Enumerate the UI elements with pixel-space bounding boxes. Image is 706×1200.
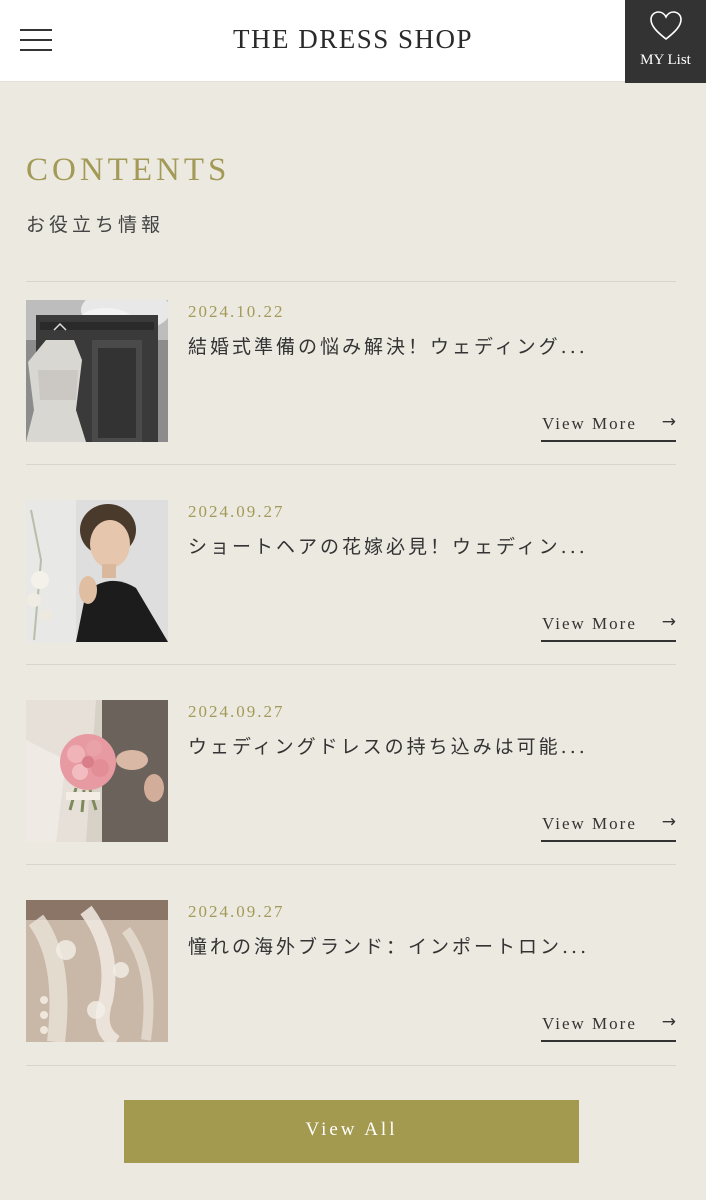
divider xyxy=(26,864,676,865)
view-more-link[interactable]: View More → xyxy=(541,812,676,842)
my-list-button[interactable]: MY List xyxy=(625,0,706,83)
divider xyxy=(26,1065,676,1066)
view-more-link[interactable]: View More → xyxy=(541,412,676,442)
article-title[interactable]: 結婚式準備の悩み解決！ウェディング... xyxy=(188,332,588,359)
article-thumbnail[interactable] xyxy=(26,300,168,442)
site-logo[interactable]: THE DRESS SHOP xyxy=(0,24,706,55)
article-item[interactable]: 2024.09.27 ウェディングドレスの持ち込みは可能... View Mor… xyxy=(26,700,676,842)
view-more-label: View More xyxy=(542,814,637,833)
article-item[interactable]: 2024.09.27 ショートヘアの花嫁必見！ウェディン... View Mor… xyxy=(26,500,676,642)
arrow-right-icon: → xyxy=(661,612,676,632)
article-date: 2024.09.27 xyxy=(188,902,285,921)
article-item[interactable]: 2024.10.22 結婚式準備の悩み解決！ウェディング... View Mor… xyxy=(26,300,676,442)
article-title[interactable]: ウェディングドレスの持ち込みは可能... xyxy=(188,732,588,759)
view-more-label: View More xyxy=(542,1014,637,1033)
article-title[interactable]: ショートヘアの花嫁必見！ウェディン... xyxy=(188,532,588,559)
view-all-button[interactable]: View All xyxy=(124,1100,579,1163)
article-thumbnail[interactable] xyxy=(26,500,168,642)
header: THE DRESS SHOP MY List xyxy=(0,0,706,83)
divider xyxy=(26,664,676,665)
arrow-right-icon: → xyxy=(661,412,676,432)
arrow-right-icon: → xyxy=(661,1012,676,1032)
article-date: 2024.10.22 xyxy=(188,302,285,321)
article-thumbnail[interactable] xyxy=(26,700,168,842)
arrow-right-icon: → xyxy=(661,812,676,832)
view-more-link[interactable]: View More → xyxy=(541,612,676,642)
view-more-label: View More xyxy=(542,614,637,633)
article-date: 2024.09.27 xyxy=(188,702,285,721)
divider xyxy=(26,281,676,282)
divider xyxy=(26,464,676,465)
article-title[interactable]: 憧れの海外ブランド：インポートロン... xyxy=(188,932,589,959)
article-thumbnail[interactable] xyxy=(26,900,168,1042)
article-item[interactable]: 2024.09.27 憧れの海外ブランド：インポートロン... View Mor… xyxy=(26,900,676,1042)
view-more-label: View More xyxy=(542,414,637,433)
view-more-link[interactable]: View More → xyxy=(541,1012,676,1042)
view-all-label: View All xyxy=(305,1119,398,1140)
section-subtitle: お役立ち情報 xyxy=(26,214,165,236)
section-title: CONTENTS xyxy=(26,152,231,188)
heart-icon xyxy=(650,11,682,41)
my-list-label: MY List xyxy=(640,52,691,68)
article-date: 2024.09.27 xyxy=(188,502,285,521)
